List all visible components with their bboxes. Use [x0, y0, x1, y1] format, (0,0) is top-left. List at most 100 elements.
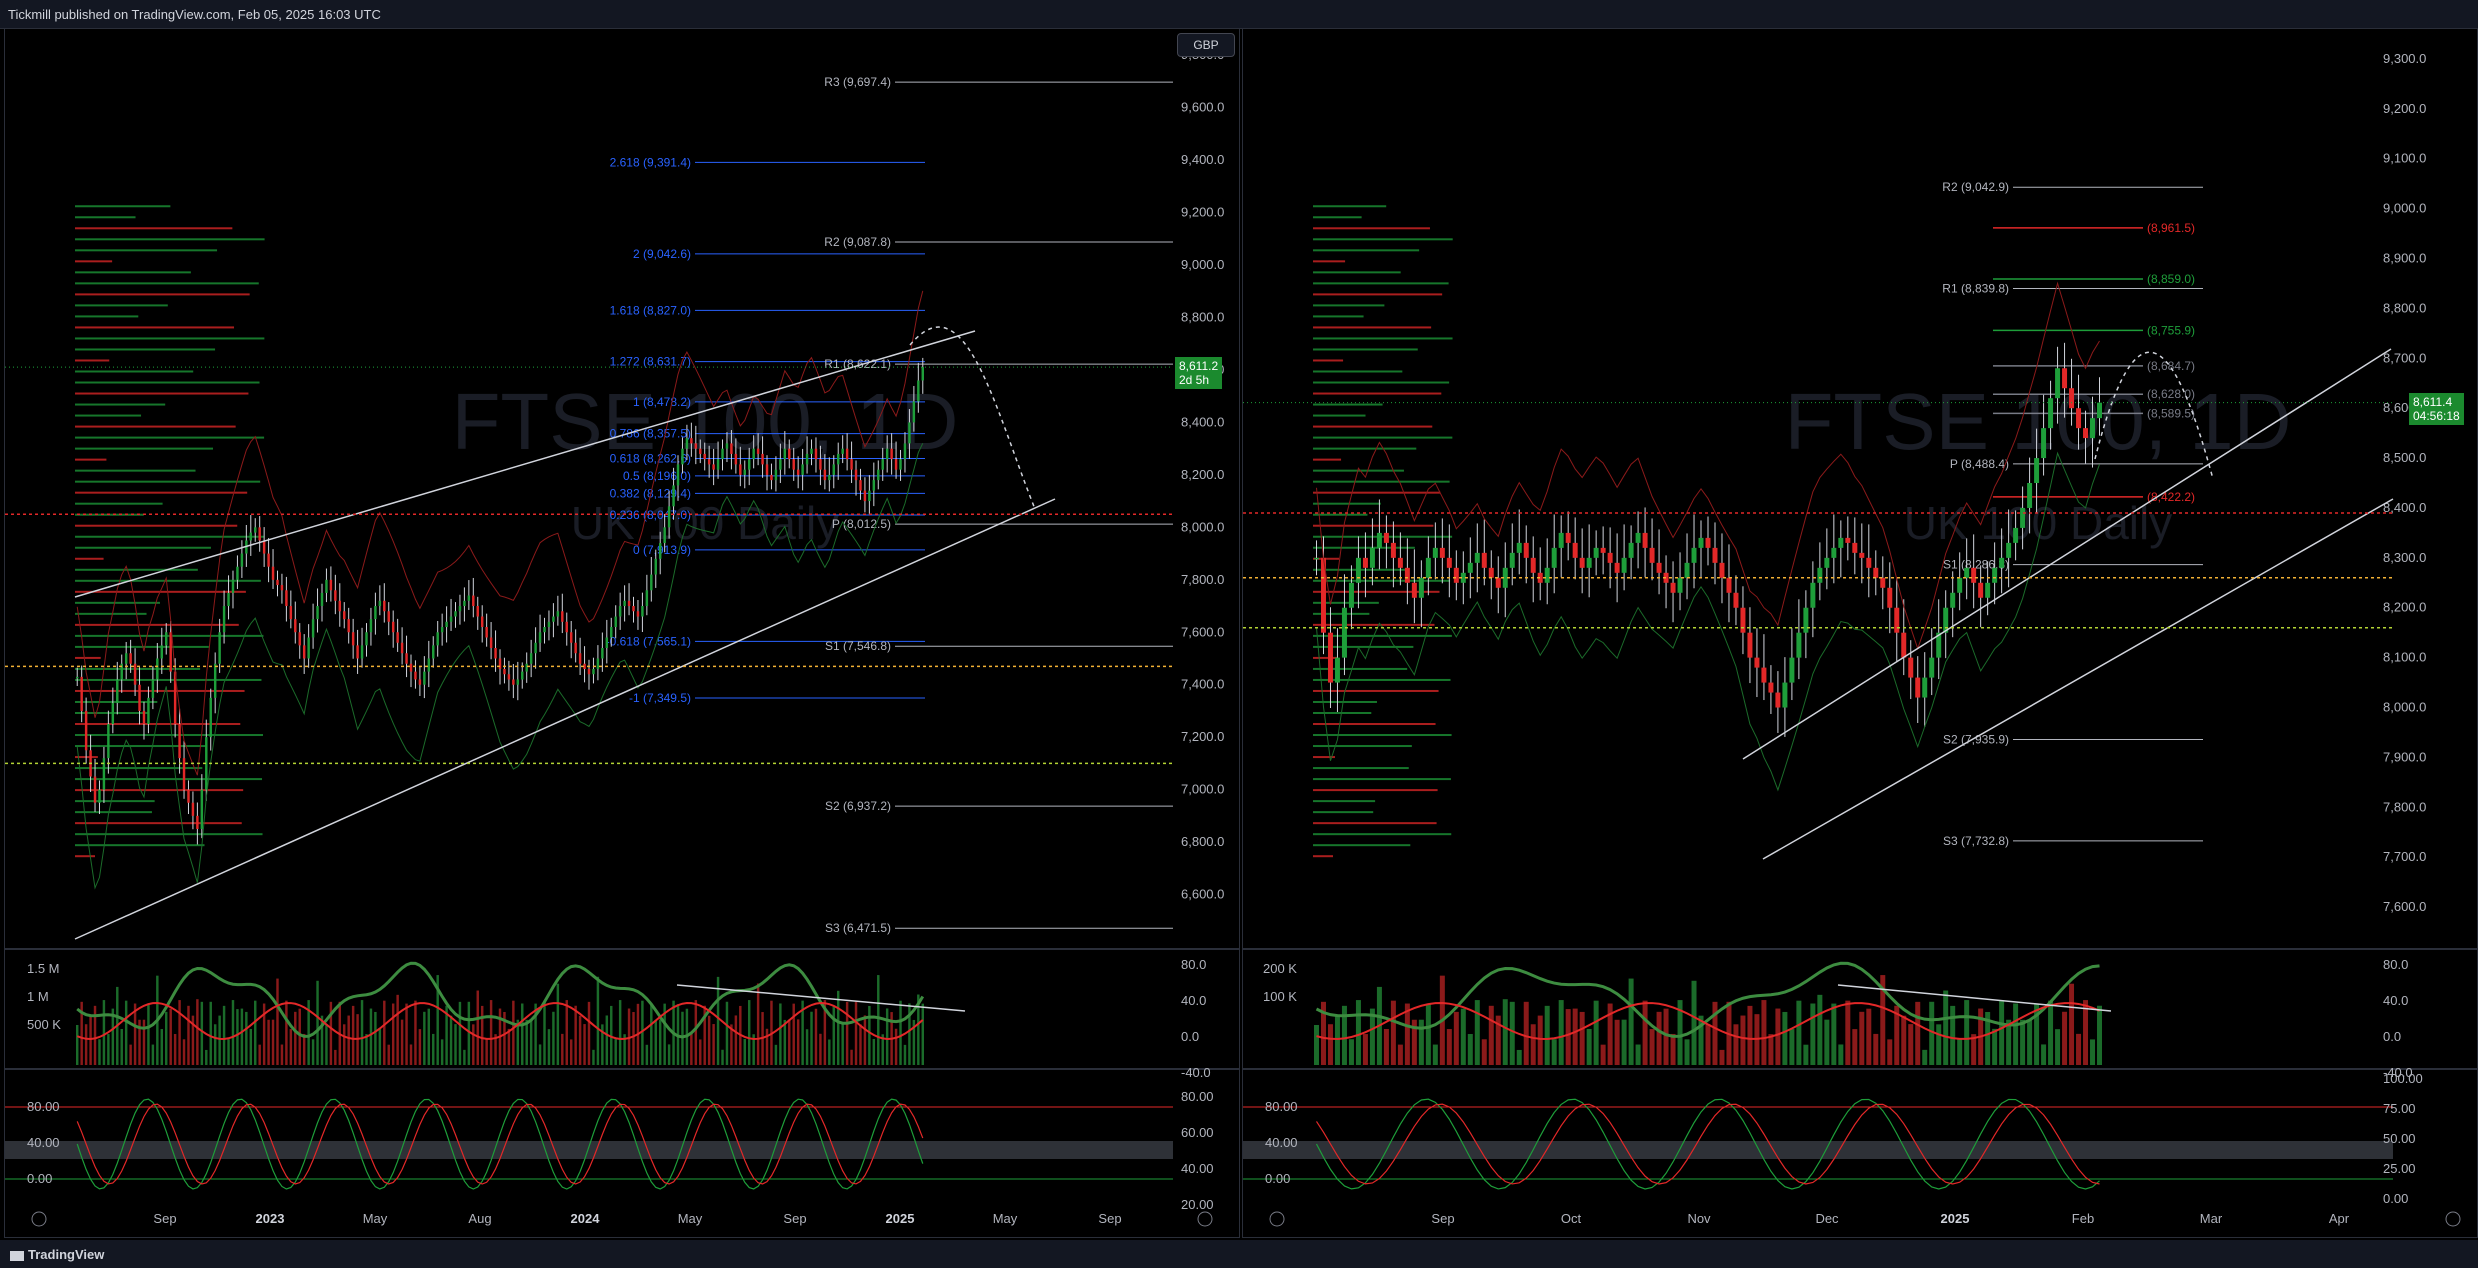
volume-profile-bar — [75, 205, 171, 208]
volume-bar — [2069, 983, 2075, 1065]
y-tick-label: 6,800.0 — [1181, 834, 1224, 849]
candle-body — [467, 595, 471, 601]
candle-body — [565, 621, 568, 633]
volume-profile-bar — [1313, 855, 1333, 858]
stoch-band — [5, 1141, 1173, 1159]
candle-body — [1985, 582, 1991, 598]
candle-body — [534, 642, 537, 654]
y-tick-label: 7,400.0 — [1181, 677, 1224, 692]
y-tick-label: 8,400.0 — [1181, 414, 1224, 429]
candle-body — [280, 585, 284, 591]
candle-body — [641, 606, 644, 617]
candle-body — [845, 448, 849, 460]
volume-profile-bar — [75, 480, 261, 483]
fib-label: 0 (7,913.9) — [633, 543, 691, 557]
candle-body — [418, 679, 422, 685]
pivot-label: S3 (6,471.5) — [825, 921, 891, 935]
chart-panel-left[interactable]: GBP FTSE 100, 1DUK 100 Daily9,800.09,600… — [4, 28, 1240, 1238]
volume-profile-bar — [1313, 634, 1452, 637]
volume-bar — [1999, 1000, 2005, 1065]
volume-bar — [213, 1024, 217, 1065]
candle-body — [863, 490, 867, 502]
volume-bar — [2090, 1039, 2096, 1065]
stoch-axis-label: 60.00 — [1181, 1125, 1214, 1140]
chart-left[interactable]: FTSE 100, 1DUK 100 Daily9,800.09,600.09,… — [5, 29, 1240, 1238]
candle-body — [227, 592, 230, 607]
volume-bar — [529, 1019, 533, 1065]
published-caption: Tickmill published on TradingView.com, F… — [8, 7, 381, 22]
volume-bar — [222, 1005, 226, 1065]
candle-body — [1390, 542, 1396, 558]
volume-axis-label: 100 K — [1263, 989, 1297, 1004]
candle-body — [1488, 567, 1494, 578]
candle-body — [805, 453, 809, 465]
candle-body — [294, 619, 297, 633]
stoch-axis-label: 25.00 — [2383, 1161, 2416, 1176]
tradingview-logo[interactable]: TradingView — [10, 1247, 104, 1262]
chart-right[interactable]: FTSE 100, 1DUK 100 Daily9,300.09,200.09,… — [1243, 29, 2478, 1238]
volume-bar — [868, 1005, 871, 1065]
volume-bar — [343, 1024, 346, 1065]
volume-profile-bar — [1313, 238, 1453, 241]
candle-body — [271, 566, 275, 580]
volume-bar — [725, 1001, 729, 1065]
volume-bar — [400, 1019, 404, 1065]
volume-profile-bar — [1313, 260, 1346, 263]
tradingview-icon — [10, 1250, 24, 1261]
volume-bar — [721, 1049, 724, 1065]
volume-bar — [2027, 1019, 2033, 1065]
candle-body — [725, 443, 729, 449]
candle-body — [1670, 582, 1676, 593]
candle-body — [138, 684, 141, 711]
candle-body — [2048, 398, 2054, 429]
candle-body — [836, 453, 840, 465]
y-tick-label: 9,000.0 — [2383, 201, 2426, 216]
candle-body — [2013, 527, 2019, 543]
fib-label: 2 (9,042.6) — [633, 247, 691, 261]
volume-bar — [1950, 1005, 1956, 1065]
candle-body — [1593, 547, 1599, 558]
candle-body — [1635, 532, 1641, 543]
candle-body — [254, 527, 257, 533]
candle-body — [543, 627, 546, 633]
volume-bar — [369, 1008, 373, 1065]
candle-body — [828, 474, 831, 481]
volume-axis-label: 500 K — [27, 1017, 61, 1032]
candle-body — [1768, 682, 1774, 693]
stoch-axis-label: 40.00 — [27, 1135, 60, 1150]
y-tick-label: 7,700.0 — [2383, 849, 2426, 864]
volume-bar — [1943, 990, 1949, 1065]
candle-body — [658, 543, 662, 559]
volume-bar — [98, 1039, 101, 1065]
volume-bar — [561, 1033, 564, 1065]
candle-body — [276, 579, 279, 586]
volume-bar — [1992, 1028, 1998, 1065]
currency-button[interactable]: GBP — [1177, 33, 1235, 57]
volume-bar — [2013, 1003, 2019, 1065]
candle-body — [258, 527, 261, 541]
volume-bar — [716, 976, 720, 1065]
volume-bar — [1642, 1000, 1648, 1065]
candle-body — [343, 611, 346, 620]
volume-bar — [405, 1003, 408, 1065]
candle-body — [107, 724, 110, 759]
fib-label: 0.786 (8,357.5) — [610, 427, 691, 441]
candle-body — [316, 606, 319, 620]
volume-profile-bar — [1313, 249, 1420, 252]
chart-panel-right[interactable]: FTSE 100, 1D UK 100 Daily 9,300.0 9,200.0 9,… — [1242, 28, 2478, 1238]
candle-body — [814, 448, 818, 460]
volume-profile-bar — [75, 568, 198, 571]
volume-bar — [810, 1011, 813, 1065]
volume-profile-bar — [1313, 282, 1449, 285]
candle-body — [98, 789, 101, 803]
volume-bar — [712, 1024, 715, 1065]
volume-profile-bar — [1313, 326, 1432, 329]
volume-profile-bar — [1313, 403, 1383, 406]
y-tick-label: 7,600.0 — [1181, 624, 1224, 639]
volume-bar — [1614, 1019, 1620, 1065]
candle-body — [525, 663, 528, 672]
volume-bar — [819, 1033, 822, 1065]
volume-profile-bar — [75, 293, 250, 296]
volume-profile-bar — [75, 249, 218, 252]
candle-body — [1565, 532, 1571, 543]
